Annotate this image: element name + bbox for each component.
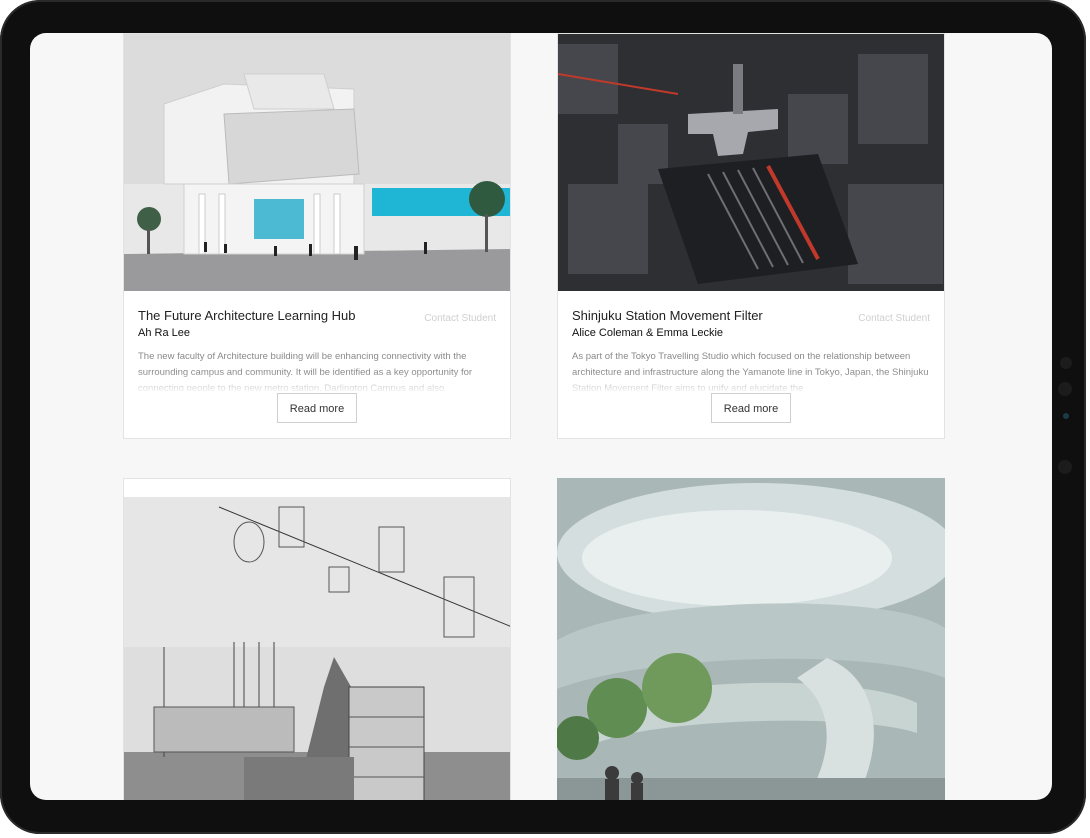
project-title[interactable]: Shinjuku Station Movement Filter: [572, 308, 763, 323]
project-card: [557, 478, 945, 800]
project-author: Ah Ra Lee: [138, 327, 190, 339]
read-more-button[interactable]: Read more: [711, 393, 791, 423]
project-description: As part of the Tokyo Travelling Studio w…: [572, 351, 929, 391]
spiral-render: [557, 478, 945, 800]
section-drawing: [124, 497, 510, 800]
project-image[interactable]: [558, 34, 944, 291]
indicator-light: [1063, 413, 1069, 419]
project-card: [123, 478, 511, 800]
project-title[interactable]: The Future Architecture Learning Hub: [138, 308, 356, 323]
contact-student-link[interactable]: Contact Student: [424, 313, 496, 324]
camera-dot: [1060, 357, 1072, 369]
sensor-dot: [1058, 382, 1072, 396]
project-author: Alice Coleman & Emma Leckie: [572, 327, 724, 339]
aerial-photo: [558, 34, 944, 291]
sensor-dot-2: [1058, 460, 1072, 474]
tablet-frame: The Future Architecture Learning Hub Ah …: [0, 0, 1086, 834]
project-description: The new faculty of Architecture building…: [138, 351, 473, 391]
project-card: The Future Architecture Learning Hub Ah …: [123, 33, 511, 439]
building-render: [124, 34, 510, 291]
contact-student-link[interactable]: Contact Student: [858, 313, 930, 324]
project-image[interactable]: [557, 478, 945, 800]
project-image[interactable]: [124, 497, 510, 800]
read-more-button[interactable]: Read more: [277, 393, 357, 423]
project-card: Shinjuku Station Movement Filter Alice C…: [557, 33, 945, 439]
project-image[interactable]: [124, 34, 510, 291]
screen: The Future Architecture Learning Hub Ah …: [30, 33, 1052, 800]
